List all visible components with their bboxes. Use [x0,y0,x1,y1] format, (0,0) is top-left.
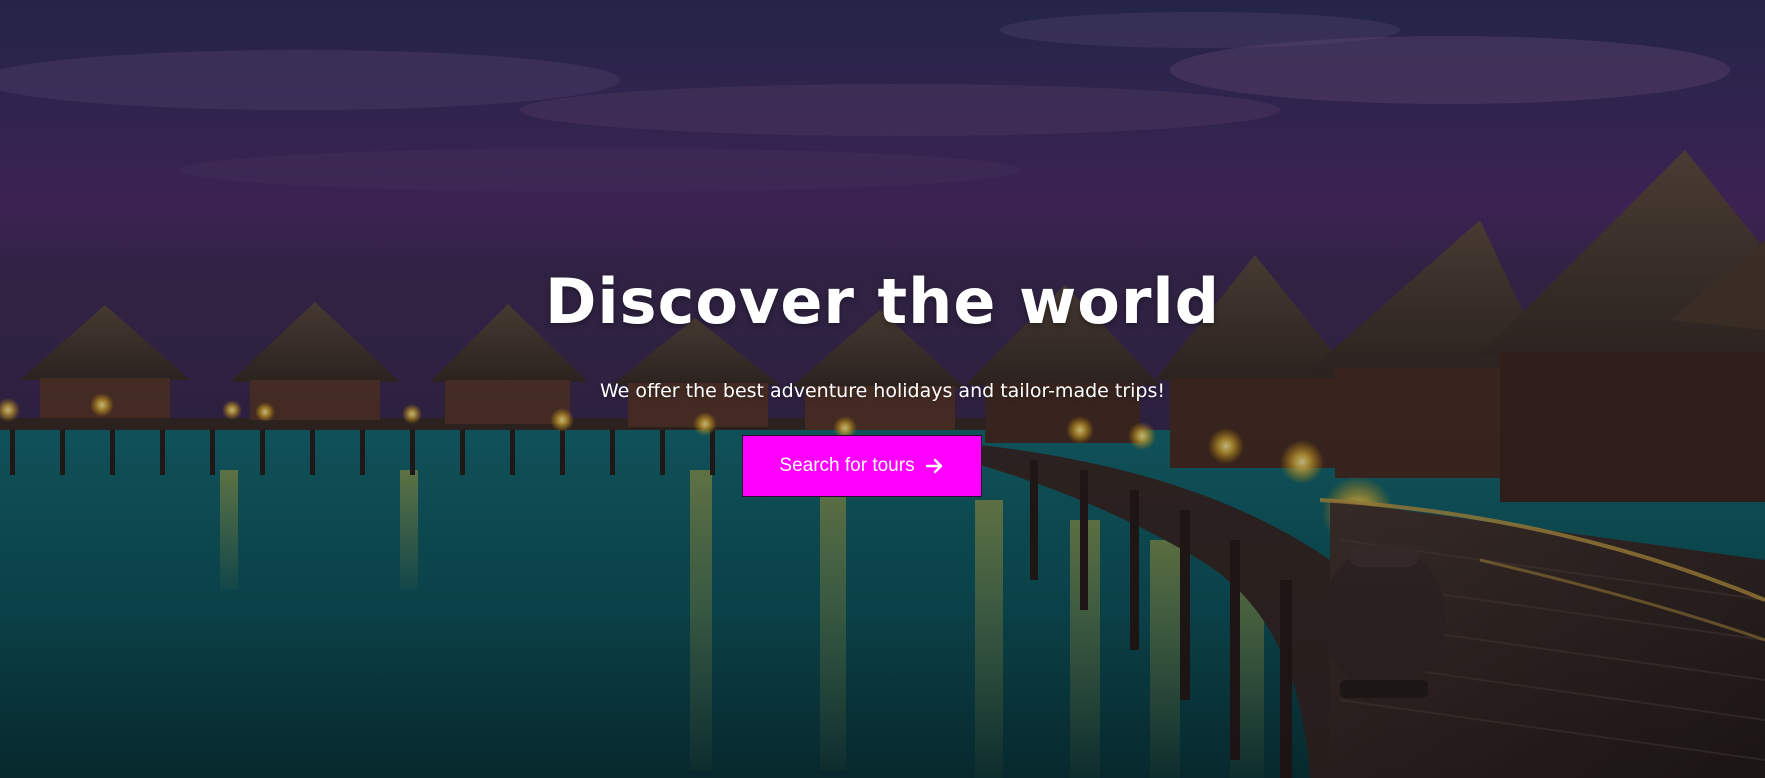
hero-title: Discover the world [544,265,1221,338]
search-for-tours-button[interactable]: Search for tours [742,435,982,497]
hero-content: Discover the world We offer the best adv… [0,0,1765,778]
hero-section: Discover the world We offer the best adv… [0,0,1765,778]
hero-subtitle: We offer the best adventure holidays and… [600,380,1165,402]
search-for-tours-label: Search for tours [779,455,915,476]
arrow-right-icon [925,458,942,474]
